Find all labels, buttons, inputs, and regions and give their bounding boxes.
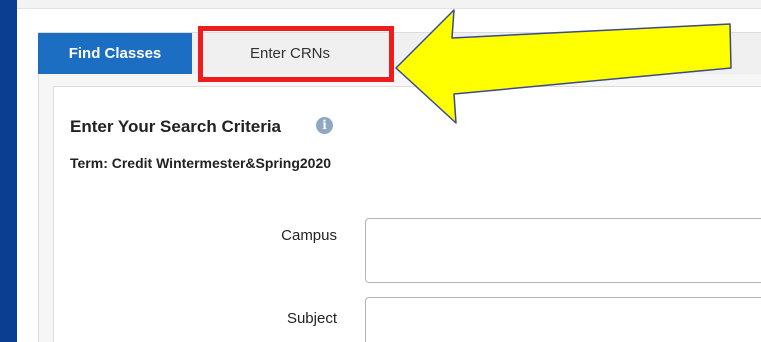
search-criteria-card: Enter Your Search Criteria i Term: Credi… (53, 86, 761, 342)
subject-label: Subject (286, 310, 337, 327)
campus-input[interactable] (365, 218, 761, 283)
tab-enter-crns[interactable]: Enter CRNs (206, 33, 374, 75)
info-icon[interactable]: i (316, 117, 333, 134)
tab-bar: Find Classes Enter CRNs (38, 32, 761, 75)
search-panel: Enter Your Search Criteria i Term: Credi… (38, 74, 761, 342)
left-navigation-bar (0, 0, 17, 342)
campus-label: Campus (281, 227, 337, 244)
top-header-strip (17, 0, 761, 9)
tab-find-classes[interactable]: Find Classes (38, 33, 192, 75)
subject-input[interactable] (365, 297, 761, 342)
registration-page: Find Classes Enter CRNs Enter Your Searc… (0, 0, 761, 342)
search-criteria-heading: Enter Your Search Criteria (70, 117, 282, 136)
term-label: Term: Credit Wintermester&Spring2020 (70, 155, 332, 171)
